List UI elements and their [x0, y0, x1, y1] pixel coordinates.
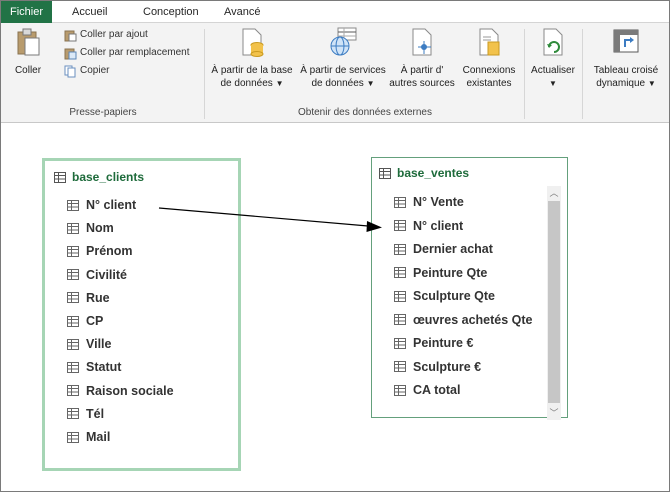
chevron-down-icon: ▼	[275, 79, 284, 88]
group-clipboard: Presse-papiers	[69, 107, 137, 118]
refresh-button[interactable]: Actualiser ▼	[526, 27, 580, 90]
group-external-data: Obtenir des données externes	[298, 107, 432, 118]
from-database-label-2: de données	[220, 78, 273, 89]
tab-avance[interactable]: Avancé	[215, 1, 270, 23]
copy-button[interactable]: Copier	[64, 63, 109, 79]
from-services-button[interactable]: À partir de services de données ▼	[298, 27, 388, 90]
pivot-table-icon	[613, 29, 639, 53]
paste-label: Coller	[14, 65, 42, 76]
ribbon: Coller Coller par ajout Coller par rempl…	[1, 23, 669, 123]
refresh-icon	[543, 28, 563, 56]
existing-label-2: existantes	[466, 78, 512, 89]
refresh-label: Actualiser	[531, 65, 575, 76]
tab-accueil[interactable]: Accueil	[63, 1, 116, 23]
connections-icon	[479, 28, 500, 56]
ribbon-separator	[582, 29, 583, 119]
from-other-sources-button[interactable]: À partir d' autres sources	[389, 27, 455, 90]
database-file-icon	[242, 28, 264, 57]
from-database-label-1: À partir de la base	[211, 65, 293, 76]
from-other-label-2: autres sources	[389, 78, 455, 89]
pivot-table-button[interactable]: Tableau croisé dynamique ▼	[585, 27, 667, 90]
web-services-icon	[330, 27, 357, 56]
paste-button[interactable]: Coller	[5, 27, 51, 77]
chevron-down-icon: ▼	[366, 79, 375, 88]
ribbon-separator	[204, 29, 205, 119]
other-sources-icon	[412, 28, 432, 56]
relationship-arrow[interactable]	[1, 124, 669, 491]
paste-replace-label: Coller par remplacement	[80, 47, 190, 58]
paste-replace-button[interactable]: Coller par remplacement	[64, 45, 190, 61]
existing-connections-button[interactable]: Connexions existantes	[457, 27, 521, 90]
existing-label-1: Connexions	[462, 65, 516, 76]
chevron-down-icon: ▼	[549, 79, 557, 88]
paste-append-icon	[64, 30, 77, 41]
from-services-label-2: de données	[311, 78, 364, 89]
copy-icon	[64, 65, 76, 77]
paste-append-label: Coller par ajout	[80, 29, 148, 40]
pivot-label-1: Tableau croisé	[593, 65, 659, 76]
from-database-button[interactable]: À partir de la base de données ▼	[207, 27, 297, 90]
pivot-label-2: dynamique	[596, 78, 646, 89]
from-other-label-1: À partir d'	[400, 65, 444, 76]
chevron-down-icon: ▼	[647, 79, 656, 88]
from-services-label-1: À partir de services	[300, 65, 386, 76]
tab-conception[interactable]: Conception	[134, 1, 208, 23]
paste-replace-icon	[64, 48, 77, 59]
copy-label: Copier	[80, 65, 110, 76]
ribbon-tabbar: Fichier Accueil Conception Avancé	[1, 1, 669, 23]
diagram-canvas: base_clients N° client Nom Prénom Civilité R…	[1, 124, 669, 491]
clipboard-icon	[17, 28, 40, 56]
paste-append-button[interactable]: Coller par ajout	[64, 27, 148, 43]
tab-fichier[interactable]: Fichier	[1, 1, 53, 23]
ribbon-separator	[524, 29, 525, 119]
